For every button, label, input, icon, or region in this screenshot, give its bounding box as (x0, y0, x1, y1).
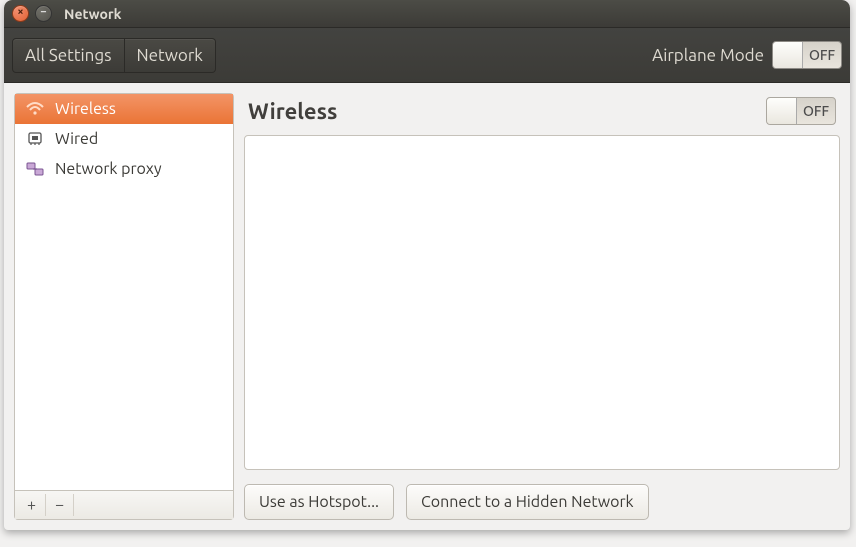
sidebar-item-network-proxy[interactable]: Network proxy (15, 154, 233, 184)
wireless-toggle[interactable]: OFF (766, 97, 836, 125)
titlebar: Network (4, 0, 850, 28)
sidebar-footer: + − (15, 490, 233, 519)
window-title: Network (64, 6, 122, 22)
content-area: Wireless Wired (4, 83, 850, 530)
networks-list[interactable] (244, 135, 840, 470)
breadcrumb-network[interactable]: Network (125, 38, 216, 73)
switch-knob (767, 98, 797, 124)
sidebar-item-wired[interactable]: Wired (15, 124, 233, 154)
minimize-button[interactable] (35, 5, 52, 22)
close-button[interactable] (12, 5, 29, 22)
breadcrumb-all-settings[interactable]: All Settings (12, 38, 125, 73)
window: Network All Settings Network Airplane Mo… (4, 0, 850, 530)
connect-hidden-network-button[interactable]: Connect to a Hidden Network (406, 484, 649, 520)
airplane-mode-switch[interactable]: OFF (772, 41, 842, 69)
main-header: Wireless OFF (244, 93, 840, 135)
sidebar-list: Wireless Wired (15, 94, 233, 490)
toolbar: All Settings Network Airplane Mode OFF (4, 28, 850, 83)
main-panel: Wireless OFF Use as Hotspot... Connect t… (244, 93, 840, 520)
wireless-toggle-state: OFF (797, 103, 835, 119)
proxy-icon (25, 161, 45, 177)
sidebar-item-label: Network proxy (55, 160, 162, 178)
add-button[interactable]: + (18, 494, 46, 516)
page-title: Wireless (248, 99, 337, 124)
main-footer: Use as Hotspot... Connect to a Hidden Ne… (244, 484, 840, 520)
window-controls (12, 5, 52, 22)
airplane-mode-state: OFF (803, 47, 841, 63)
ethernet-icon (25, 131, 45, 147)
sidebar-item-label: Wireless (55, 100, 116, 118)
sidebar-item-label: Wired (55, 130, 98, 148)
airplane-mode-label: Airplane Mode (652, 46, 764, 65)
breadcrumb: All Settings Network (12, 38, 216, 73)
wifi-icon (25, 101, 45, 117)
use-as-hotspot-button[interactable]: Use as Hotspot... (244, 484, 394, 520)
sidebar: Wireless Wired (14, 93, 234, 520)
switch-knob (773, 42, 803, 68)
remove-button[interactable]: − (46, 494, 74, 516)
sidebar-item-wireless[interactable]: Wireless (15, 94, 233, 124)
